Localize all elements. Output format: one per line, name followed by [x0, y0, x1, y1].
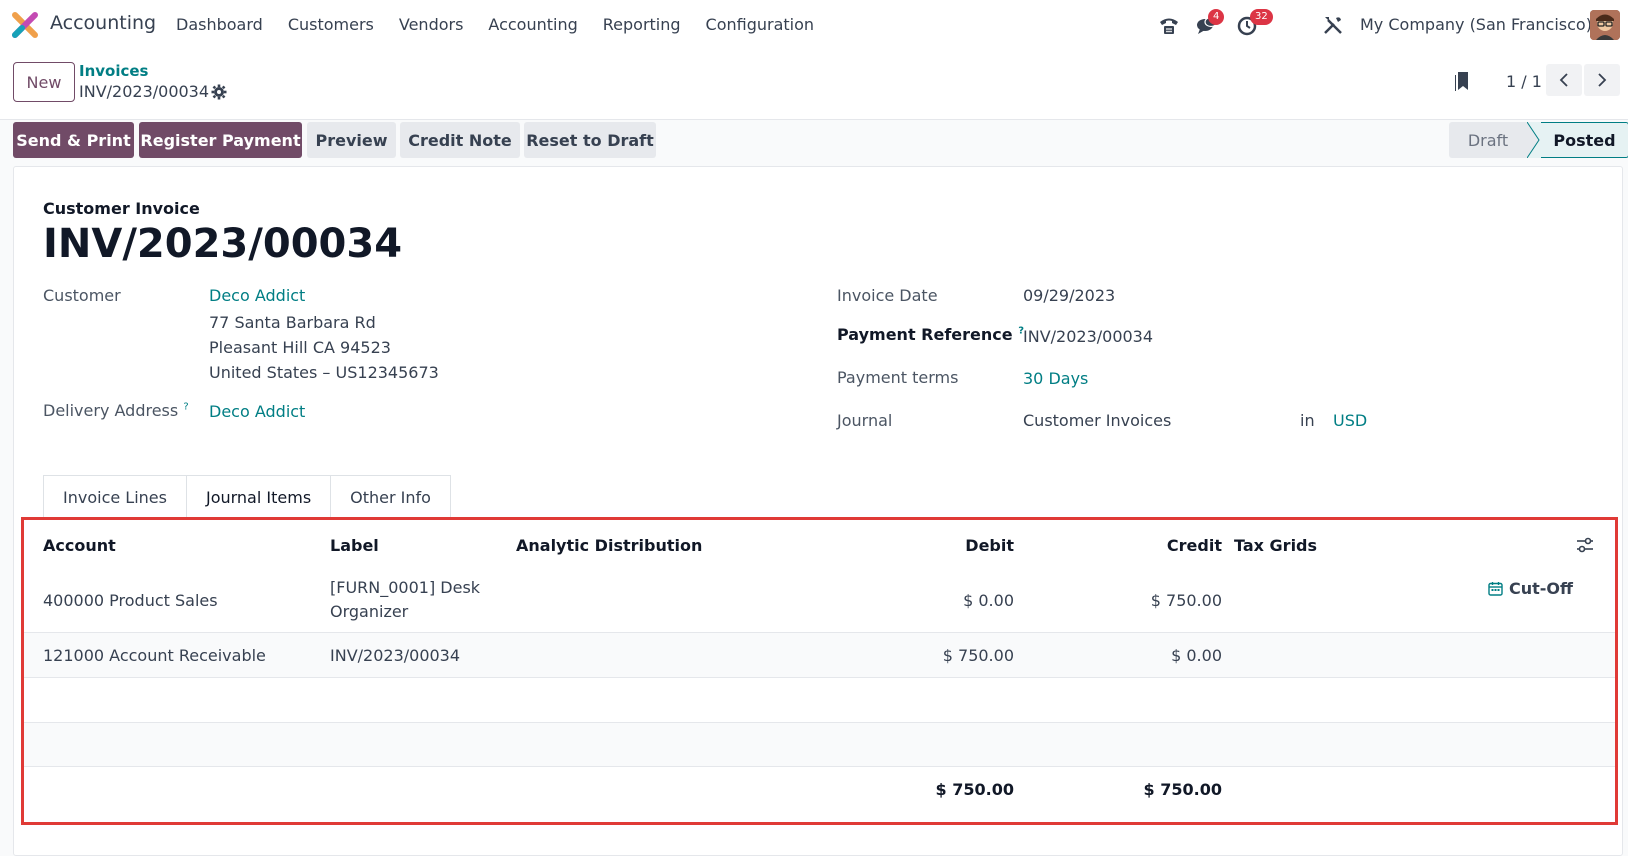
table-row[interactable]: 400000 Product Sales [FURN_0001] Desk Or… [24, 568, 1615, 633]
credit-note-button[interactable]: Credit Note [400, 122, 520, 158]
stage-posted[interactable]: Posted [1541, 122, 1628, 158]
debug-tools-icon[interactable] [1322, 14, 1344, 40]
row-credit[interactable]: $ 750.00 [1082, 591, 1222, 610]
menu-accounting[interactable]: Accounting [488, 15, 577, 34]
menu-dashboard[interactable]: Dashboard [176, 15, 263, 34]
column-header-analytic[interactable]: Analytic Distribution [516, 536, 702, 555]
menu-customers[interactable]: Customers [288, 15, 374, 34]
address-line-1: 77 Santa Barbara Rd [209, 313, 376, 332]
menu-configuration[interactable]: Configuration [706, 15, 815, 34]
payment-terms-label: Payment terms [837, 368, 959, 387]
delivery-address-label: Delivery Address ? [43, 401, 189, 420]
chevron-right-icon [1598, 73, 1607, 87]
reset-to-draft-button[interactable]: Reset to Draft [524, 122, 656, 158]
journal-value[interactable]: Customer Invoices [1023, 411, 1171, 430]
column-header-label[interactable]: Label [330, 536, 379, 555]
payment-reference-value[interactable]: INV/2023/00034 [1023, 327, 1153, 346]
row-debit[interactable]: $ 750.00 [874, 646, 1014, 665]
bookmark-icon[interactable] [1454, 70, 1470, 96]
row-label[interactable]: INV/2023/00034 [330, 646, 460, 665]
row-label-continued[interactable]: Organizer [330, 602, 408, 621]
breadcrumb-current: INV/2023/00034 [79, 82, 210, 101]
main-menu: Dashboard Customers Vendors Accounting R… [176, 15, 839, 34]
address-line-3: United States – US12345673 [209, 363, 439, 382]
currency-link[interactable]: USD [1333, 411, 1367, 430]
customer-label: Customer [43, 286, 121, 305]
total-debit: $ 750.00 [935, 780, 1014, 799]
invoice-date-label: Invoice Date [837, 286, 938, 305]
in-label: in [1300, 411, 1315, 430]
phone-icon[interactable] [1158, 14, 1180, 40]
row-debit[interactable]: $ 0.00 [874, 591, 1014, 610]
tab-other-info[interactable]: Other Info [330, 475, 451, 519]
column-header-tax-grids[interactable]: Tax Grids [1234, 536, 1317, 555]
menu-vendors[interactable]: Vendors [399, 15, 464, 34]
empty-row [24, 723, 1615, 767]
stage-arrow-icon [1527, 122, 1541, 158]
tab-journal-items[interactable]: Journal Items [185, 475, 332, 519]
pager-previous-button[interactable] [1546, 64, 1582, 96]
preview-button[interactable]: Preview [307, 122, 396, 158]
cut-off-button[interactable]: Cut-Off [1488, 579, 1573, 598]
empty-row [24, 678, 1615, 723]
chevron-left-icon [1559, 73, 1568, 87]
payment-terms-link[interactable]: 30 Days [1023, 369, 1088, 388]
menu-reporting[interactable]: Reporting [603, 15, 681, 34]
payment-reference-label: Payment Reference ? [837, 325, 1024, 344]
delivery-address-label-text: Delivery Address [43, 401, 179, 420]
pager-value[interactable]: 1 / 1 [1506, 72, 1542, 91]
app-name[interactable]: Accounting [50, 12, 156, 34]
messages-icon[interactable]: 4 [1196, 9, 1225, 40]
payment-reference-label-text: Payment Reference [837, 325, 1013, 344]
tab-invoice-lines[interactable]: Invoice Lines [43, 475, 187, 519]
row-label[interactable]: [FURN_0001] Desk [330, 578, 480, 597]
invoice-date-value[interactable]: 09/29/2023 [1023, 286, 1115, 305]
delivery-address-link[interactable]: Deco Addict [209, 402, 305, 421]
new-button[interactable]: New [13, 62, 75, 102]
table-row[interactable]: 121000 Account Receivable INV/2023/00034… [24, 633, 1615, 678]
row-account[interactable]: 400000 Product Sales [43, 591, 218, 610]
stage-draft[interactable]: Draft [1449, 122, 1527, 158]
journal-label: Journal [837, 411, 893, 430]
invoice-number: INV/2023/00034 [43, 221, 403, 267]
row-credit[interactable]: $ 0.00 [1082, 646, 1222, 665]
activities-icon[interactable]: 32 [1236, 9, 1273, 40]
help-icon[interactable]: ? [183, 402, 188, 413]
journal-items-table: Account Label Analytic Distribution Debi… [21, 517, 1618, 825]
column-header-debit[interactable]: Debit [874, 536, 1014, 555]
breadcrumb-invoices[interactable]: Invoices [79, 62, 148, 80]
send-print-button[interactable]: Send & Print [13, 122, 134, 158]
column-header-account[interactable]: Account [43, 536, 116, 555]
pager-next-button[interactable] [1584, 64, 1620, 96]
invoice-form-sheet: Customer Invoice INV/2023/00034 Customer… [13, 166, 1623, 856]
address-line-2: Pleasant Hill CA 94523 [209, 338, 391, 357]
control-panel: New Invoices INV/2023/00034 1 / 1 [0, 50, 1628, 120]
calendar-icon [1488, 582, 1503, 596]
column-header-credit[interactable]: Credit [1082, 536, 1222, 555]
customer-link[interactable]: Deco Addict [209, 286, 305, 305]
top-navbar: Accounting Dashboard Customers Vendors A… [0, 0, 1628, 50]
status-bar: Draft Posted [1449, 122, 1628, 158]
accounting-app-icon[interactable] [12, 12, 38, 38]
row-account[interactable]: 121000 Account Receivable [43, 646, 266, 665]
document-type: Customer Invoice [43, 199, 200, 218]
total-credit: $ 750.00 [1143, 780, 1222, 799]
activities-badge: 32 [1250, 9, 1273, 25]
optional-columns-icon[interactable] [1576, 536, 1594, 558]
register-payment-button[interactable]: Register Payment [139, 122, 302, 158]
gear-icon[interactable] [211, 84, 227, 104]
cut-off-label: Cut-Off [1509, 579, 1573, 598]
messages-badge: 4 [1208, 9, 1225, 25]
notebook-tabs: Invoice Lines Journal Items Other Info [43, 475, 451, 519]
user-avatar[interactable] [1590, 10, 1620, 40]
action-bar: Send & Print Register Payment Preview Cr… [0, 120, 1628, 160]
table-footer: $ 750.00 $ 750.00 [24, 767, 1615, 822]
company-switcher[interactable]: My Company (San Francisco) [1360, 15, 1592, 34]
